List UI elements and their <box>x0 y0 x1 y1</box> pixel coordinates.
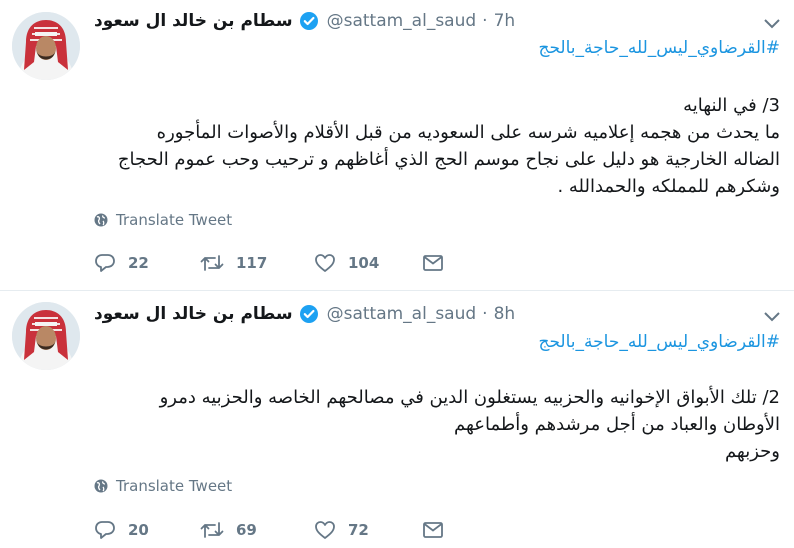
timestamp[interactable]: 8h <box>494 304 516 324</box>
hashtag-link[interactable]: #القرضاوي_ليس_لله_حاجة_بالحج <box>538 332 780 352</box>
tweet-text-line: 3/ في النهايه <box>683 95 780 116</box>
direct-message-button[interactable] <box>422 253 444 273</box>
translate-tweet-link[interactable]: Translate Tweet <box>94 211 232 229</box>
verified-badge-icon <box>299 304 319 324</box>
envelope-icon <box>423 255 443 271</box>
author-handle[interactable]: @sattam_al_saud <box>327 304 477 324</box>
reply-count: 22 <box>128 254 149 272</box>
retweet-icon <box>200 522 224 538</box>
avatar-image <box>12 12 80 80</box>
tweet-text-line: الأوطان والعباد من أجل مرشدهم وأطماعهم <box>454 414 780 435</box>
verified-badge-icon <box>299 11 319 31</box>
chevron-down-icon[interactable] <box>762 309 782 323</box>
globe-icon <box>94 479 108 493</box>
avatar[interactable] <box>12 302 80 370</box>
tweet-text-line: ما يحدث من هجمه إعلاميه شرسه على السعودي… <box>156 122 780 143</box>
like-count: 72 <box>348 521 369 539</box>
heart-icon <box>315 254 335 272</box>
translate-label: Translate Tweet <box>116 211 233 229</box>
globe-icon <box>94 213 108 227</box>
tweet[interactable]: سطام بن خالد ال سعود @sattam_al_saud · 7… <box>0 0 794 290</box>
separator-dot: · <box>482 11 488 31</box>
tweet-text: 2/ تلك الأبواق الإخوانيه والحزبيه يستغلو… <box>92 384 780 465</box>
reply-count: 20 <box>128 521 149 539</box>
heart-icon <box>315 521 335 539</box>
retweet-count: 117 <box>236 254 268 272</box>
retweet-button[interactable]: 69 <box>200 519 314 541</box>
translate-label: Translate Tweet <box>116 477 233 495</box>
reply-icon <box>95 521 115 539</box>
like-count: 104 <box>348 254 380 272</box>
author-name[interactable]: سطام بن خالد ال سعود <box>94 304 293 324</box>
tweet-text-line: وشكرهم للمملكه والحمدالله . <box>557 176 780 197</box>
tweet-actions: 20 69 72 <box>94 519 444 541</box>
chevron-down-icon[interactable] <box>762 16 782 30</box>
retweet-icon <box>200 255 224 271</box>
reply-button[interactable]: 22 <box>94 252 200 274</box>
translate-tweet-link[interactable]: Translate Tweet <box>94 477 232 495</box>
tweet[interactable]: سطام بن خالد ال سعود @sattam_al_saud · 8… <box>0 290 794 548</box>
separator-dot: · <box>482 304 488 324</box>
tweet-text: 3/ في النهايه ما يحدث من هجمه إعلاميه شر… <box>92 92 780 200</box>
hashtag-link[interactable]: #القرضاوي_ليس_لله_حاجة_بالحج <box>538 38 780 58</box>
author-name[interactable]: سطام بن خالد ال سعود <box>94 11 293 31</box>
reply-button[interactable]: 20 <box>94 519 200 541</box>
tweet-actions: 22 117 104 <box>94 252 444 274</box>
retweet-button[interactable]: 117 <box>200 252 314 274</box>
retweet-count: 69 <box>236 521 257 539</box>
avatar-image <box>12 302 80 370</box>
avatar[interactable] <box>12 12 80 80</box>
tweet-text-line: وحزبهم <box>724 441 780 462</box>
tweet-text-line: الضاله الخارجية هو دليل على نجاح موسم ال… <box>117 149 780 170</box>
author-handle[interactable]: @sattam_al_saud <box>327 11 477 31</box>
tweet-header: سطام بن خالد ال سعود @sattam_al_saud · 7… <box>94 9 515 33</box>
like-button[interactable]: 104 <box>314 252 422 274</box>
like-button[interactable]: 72 <box>314 519 422 541</box>
reply-icon <box>95 254 115 272</box>
tweet-text-line: 2/ تلك الأبواق الإخوانيه والحزبيه يستغلو… <box>159 387 780 408</box>
envelope-icon <box>423 522 443 538</box>
direct-message-button[interactable] <box>422 520 444 540</box>
timestamp[interactable]: 7h <box>494 11 516 31</box>
tweet-header: سطام بن خالد ال سعود @sattam_al_saud · 8… <box>94 302 515 326</box>
